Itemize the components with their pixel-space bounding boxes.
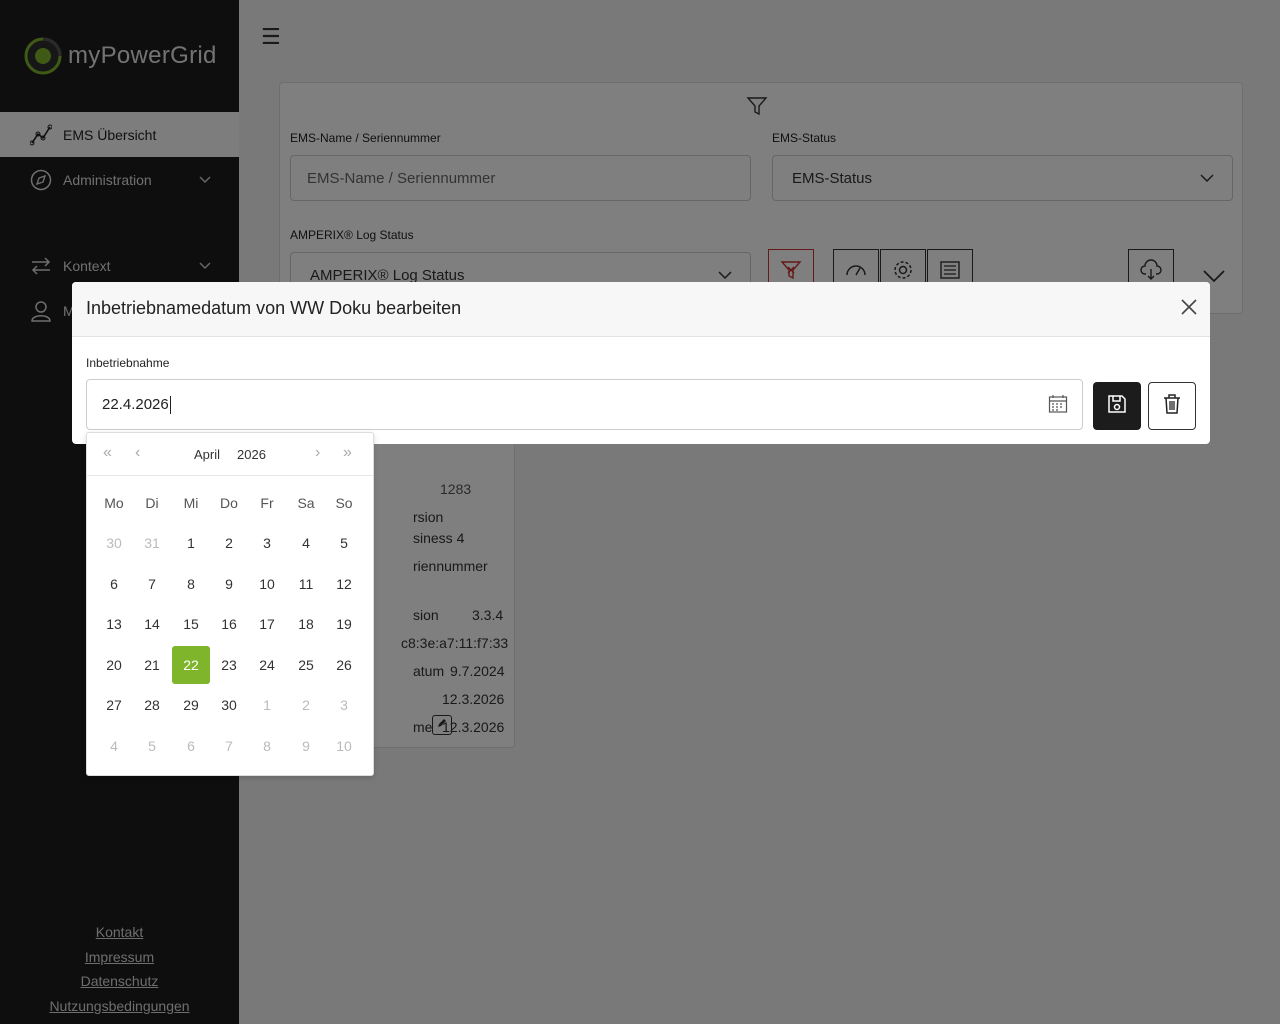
prev-month-icon[interactable]: ‹ (135, 444, 140, 462)
weekday-label: Fr (260, 495, 274, 511)
datepicker-day[interactable]: 12 (325, 565, 363, 603)
save-icon (1106, 393, 1128, 420)
delete-button[interactable] (1148, 382, 1196, 430)
weekday-label: Do (220, 495, 238, 511)
edit-date-modal: Inbetriebnamedatum von WW Doku bearbeite… (72, 282, 1210, 444)
weekday-label: So (335, 495, 353, 511)
datepicker-popup: « ‹ April 2026 › » Mo Di Mi Do Fr Sa So 30 31 1 2… (86, 432, 374, 776)
datepicker-day[interactable]: 14 (133, 605, 171, 643)
datepicker-day[interactable]: 13 (95, 605, 133, 643)
datepicker-day[interactable]: 6 (95, 565, 133, 603)
datepicker-day[interactable]: 23 (210, 646, 248, 684)
datepicker-day[interactable]: 28 (133, 686, 171, 724)
modal-title: Inbetriebnamedatum von WW Doku bearbeite… (86, 298, 462, 318)
datepicker-day[interactable]: 8 (248, 727, 286, 765)
weekday-label: Sa (297, 495, 315, 511)
datepicker-day[interactable]: 18 (287, 605, 325, 643)
text-cursor (169, 395, 171, 414)
inbetriebnahme-label: Inbetriebnahme (86, 356, 170, 370)
datepicker-day[interactable]: 25 (287, 646, 325, 684)
datepicker-day[interactable]: 30 (210, 686, 248, 724)
weekday-label: Di (145, 495, 159, 511)
datepicker-day[interactable]: 9 (287, 727, 325, 765)
datepicker-day[interactable]: 21 (133, 646, 171, 684)
datepicker-day[interactable]: 9 (210, 565, 248, 603)
datepicker-day[interactable]: 3 (248, 524, 286, 562)
datepicker-year[interactable]: 2026 (237, 447, 266, 462)
datepicker-day[interactable]: 6 (172, 727, 210, 765)
datepicker-day[interactable]: 4 (95, 727, 133, 765)
close-icon[interactable] (1180, 298, 1198, 321)
datepicker-day[interactable]: 8 (172, 565, 210, 603)
datepicker-day[interactable]: 3 (325, 686, 363, 724)
datepicker-day[interactable]: 1 (172, 524, 210, 562)
datepicker-day[interactable]: 4 (287, 524, 325, 562)
next-year-icon[interactable]: » (343, 444, 352, 462)
next-month-icon[interactable]: › (315, 444, 320, 462)
datepicker-day[interactable]: 5 (133, 727, 171, 765)
date-input[interactable]: 22.4.2026 (86, 379, 1083, 430)
datepicker-day[interactable]: 2 (287, 686, 325, 724)
datepicker-day[interactable]: 7 (210, 727, 248, 765)
calendar-icon[interactable] (1048, 394, 1068, 418)
datepicker-day[interactable]: 17 (248, 605, 286, 643)
weekday-label: Mi (183, 495, 199, 511)
datepicker-day[interactable]: 27 (95, 686, 133, 724)
date-value: 22.4.2026 (102, 396, 169, 413)
datepicker-day[interactable]: 1 (248, 686, 286, 724)
datepicker-day[interactable]: 24 (248, 646, 286, 684)
datepicker-day[interactable]: 31 (133, 524, 171, 562)
datepicker-day[interactable]: 2 (210, 524, 248, 562)
datepicker-day[interactable]: 26 (325, 646, 363, 684)
datepicker-day[interactable]: 29 (172, 686, 210, 724)
datepicker-day[interactable]: 11 (287, 565, 325, 603)
trash-icon (1162, 393, 1182, 420)
datepicker-header: « ‹ April 2026 › » (87, 433, 373, 476)
prev-year-icon[interactable]: « (103, 444, 112, 462)
datepicker-day[interactable]: 7 (133, 565, 171, 603)
datepicker-day[interactable]: 10 (325, 727, 363, 765)
datepicker-day[interactable]: 16 (210, 605, 248, 643)
datepicker-month[interactable]: April (194, 447, 220, 462)
modal-header: Inbetriebnamedatum von WW Doku bearbeite… (72, 282, 1210, 337)
save-button[interactable] (1093, 382, 1141, 430)
datepicker-day-selected[interactable]: 22 (172, 645, 210, 684)
datepicker-day[interactable]: 10 (248, 565, 286, 603)
datepicker-day[interactable]: 19 (325, 605, 363, 643)
datepicker-day[interactable]: 5 (325, 524, 363, 562)
weekday-label: Mo (104, 495, 124, 511)
datepicker-day[interactable]: 30 (95, 524, 133, 562)
datepicker-day[interactable]: 20 (95, 646, 133, 684)
datepicker-day[interactable]: 15 (172, 605, 210, 643)
